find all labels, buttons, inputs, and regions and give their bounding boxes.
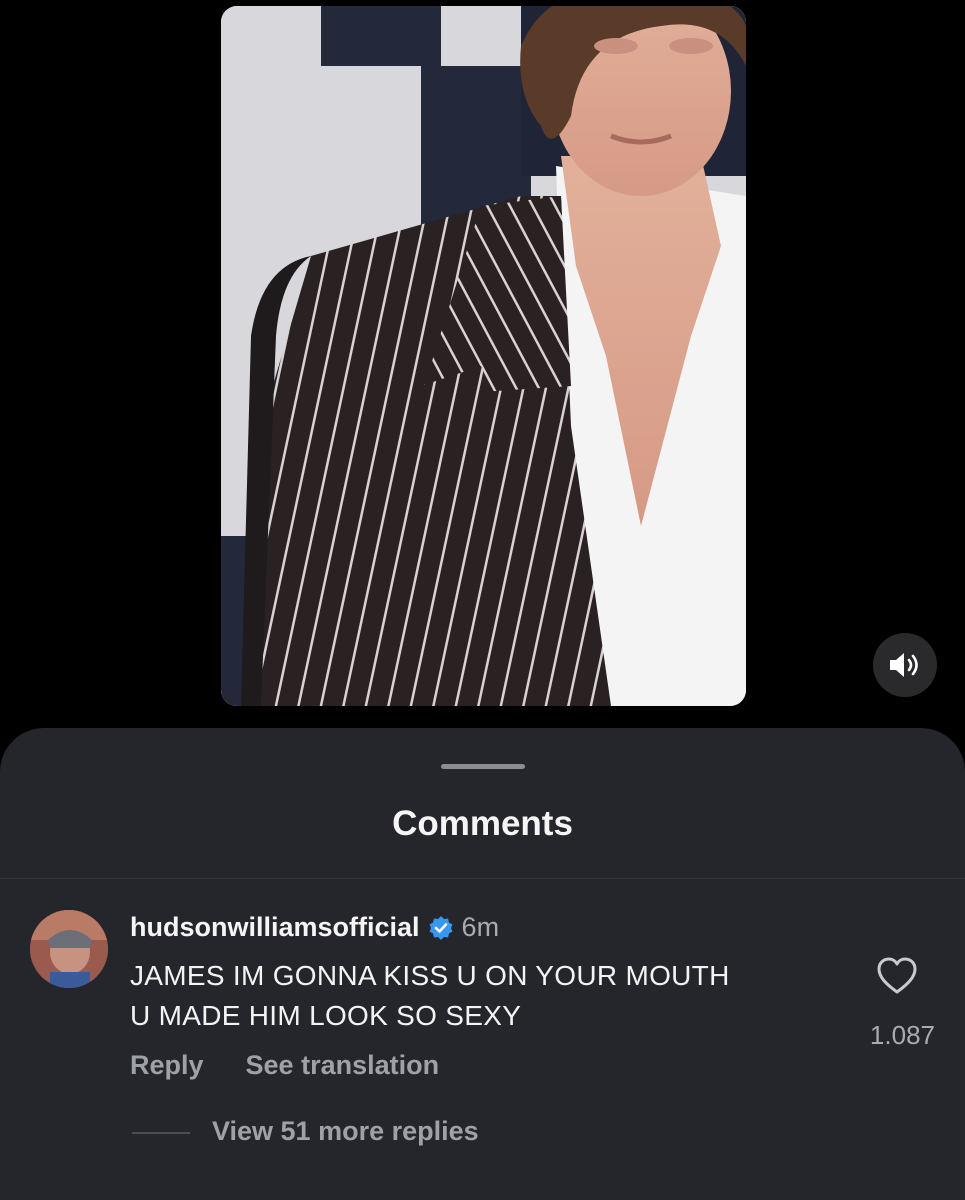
sheet-title: Comments <box>392 804 573 843</box>
avatar-image <box>30 910 108 988</box>
video-frame <box>221 6 746 706</box>
divider <box>0 878 965 879</box>
comment-username[interactable]: hudsonwilliamsofficial <box>130 912 420 943</box>
reply-button[interactable]: Reply <box>130 1050 204 1081</box>
avatar[interactable] <box>30 910 108 988</box>
comments-sheet: Comments hudsonwilliamsofficial 6m JAMES… <box>0 728 965 1200</box>
comment-timestamp: 6m <box>461 912 500 942</box>
comment-text-line: JAMES IM GONNA KISS U ON YOUR MOUTH <box>130 960 730 991</box>
comment-text-line: U MADE HIM LOOK SO SEXY <box>130 1000 522 1031</box>
like-count: 1.087 <box>869 1020 935 1050</box>
comment-actions: Reply See translation <box>130 1050 439 1081</box>
view-more-replies-button[interactable]: View 51 more replies <box>212 1116 479 1147</box>
heart-outline-icon[interactable] <box>876 956 918 996</box>
video-player[interactable] <box>221 6 746 706</box>
comment-header: hudsonwilliamsofficial 6m <box>130 912 499 943</box>
see-translation-button[interactable]: See translation <box>246 1050 440 1081</box>
comment-text: JAMES IM GONNA KISS U ON YOUR MOUTH U MA… <box>130 956 830 1036</box>
sheet-grabber[interactable] <box>441 764 525 769</box>
verified-badge-icon <box>429 915 453 940</box>
replies-line <box>132 1132 190 1134</box>
sound-toggle-button[interactable] <box>873 633 937 697</box>
speaker-icon <box>890 653 918 677</box>
